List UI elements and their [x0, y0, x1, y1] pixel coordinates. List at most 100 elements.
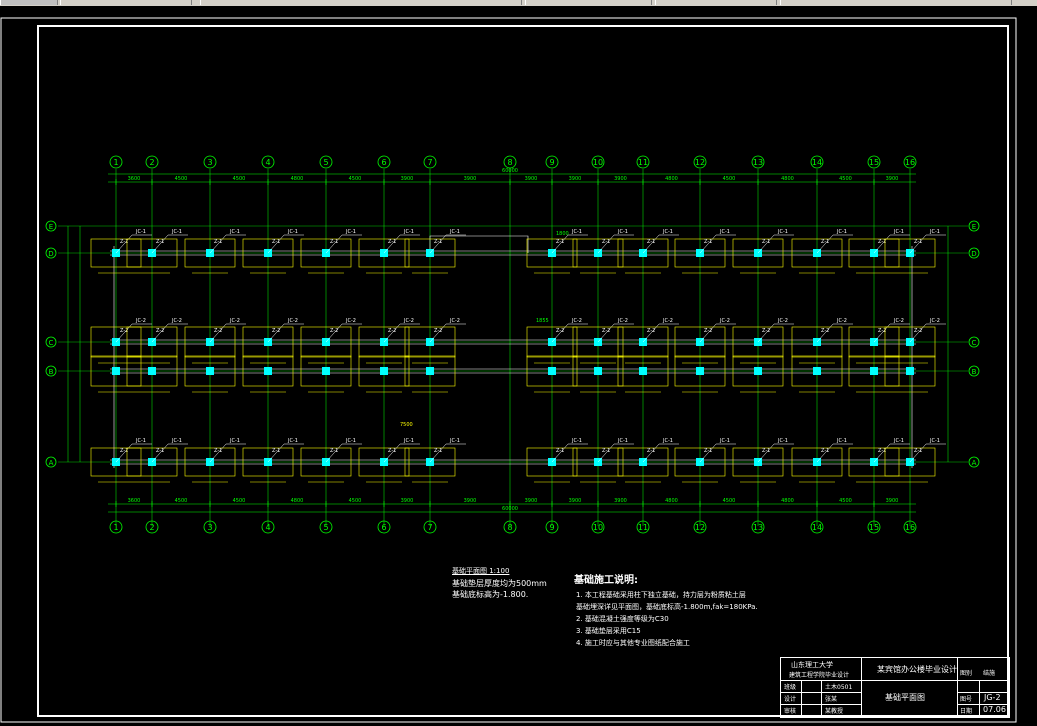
tb-no-label: 图号	[960, 696, 973, 703]
note-line: 3. 基础垫层采用C15	[576, 627, 641, 635]
row-axis-label-right: B	[972, 368, 977, 376]
column-tag: Z-1	[156, 239, 164, 245]
dimension-text: 3900	[569, 498, 582, 504]
window-tab[interactable]	[0, 0, 58, 5]
row-axis-label-right: E	[972, 223, 976, 231]
footing-tag: JC-2	[287, 318, 298, 324]
dimension-text: 4800	[781, 498, 794, 504]
column-tag: Z-2	[602, 328, 610, 334]
dimension-text: 3900	[525, 498, 538, 504]
column-tag: Z-2	[272, 328, 280, 334]
dimension-text: 4500	[839, 176, 852, 182]
column-axis-label-bottom: 9	[549, 523, 554, 532]
column-tag: Z-1	[704, 448, 712, 454]
footing-tag: JC-1	[719, 229, 730, 235]
footing-tag: JC-2	[345, 318, 356, 324]
note-line: 4. 施工时应与其他专业图纸配合施工	[576, 639, 690, 647]
column-tag: Z-1	[214, 448, 222, 454]
footing-tag: JC-2	[449, 318, 460, 324]
footing-tag: JC-1	[135, 438, 146, 444]
dimension-text: 4500	[233, 176, 246, 182]
column-tag: Z-1	[272, 448, 280, 454]
column-square	[594, 367, 602, 375]
column-axis-label-top: 14	[812, 158, 822, 167]
column-tag: Z-1	[647, 239, 655, 245]
dimension-text: 3600	[128, 176, 141, 182]
column-axis-label-bottom: 3	[207, 523, 212, 532]
tb-r1c2: 土木0501	[825, 684, 853, 691]
row-axis-label-right: C	[972, 339, 977, 347]
footing-tag: JC-1	[719, 438, 730, 444]
tb-sheet-label: 图别	[960, 670, 973, 677]
column-tag: Z-1	[434, 239, 442, 245]
tb-dept: 建筑工程学院毕业设计	[789, 672, 850, 679]
tb-no-value: JG-2	[984, 693, 1001, 702]
column-tag: Z-1	[272, 239, 280, 245]
footing-tag: JC-2	[617, 318, 628, 324]
dimension-text: 4500	[175, 498, 188, 504]
column-tag: Z-1	[762, 239, 770, 245]
window-tab[interactable]	[780, 0, 1012, 5]
tb-school: 山东理工大学	[791, 661, 833, 669]
tb-r3c2: 某教授	[825, 708, 844, 715]
row-axis-label-left: C	[49, 339, 54, 347]
footing-tag: JC-1	[836, 438, 847, 444]
column-axis-label-bottom: 16	[905, 523, 915, 532]
footing-tag: JC-1	[287, 229, 298, 235]
column-tag: Z-1	[556, 239, 564, 245]
dimension-text: 3900	[886, 498, 899, 504]
footing-tag: JC-1	[135, 229, 146, 235]
column-tag: Z-1	[156, 448, 164, 454]
footing-tag: JC-2	[662, 318, 673, 324]
footing-tag: JC-1	[171, 438, 182, 444]
footing-tag: JC-1	[229, 438, 240, 444]
tb-vline	[957, 658, 958, 717]
tb-vline	[821, 680, 822, 717]
footing-tag: JC-1	[893, 438, 904, 444]
plan-layer: 1122334455667788991010111112121313141415…	[45, 155, 980, 534]
column-tag: Z-1	[214, 239, 222, 245]
foundation-plan-drawing[interactable]: 1122334455667788991010111112121313141415…	[0, 6, 1037, 726]
footing-tag: JC-2	[571, 318, 582, 324]
column-axis-label-bottom: 14	[812, 523, 822, 532]
window-tab[interactable]	[655, 0, 777, 5]
column-tag: Z-1	[914, 239, 922, 245]
footing-tag: JC-1	[571, 438, 582, 444]
dimension-text: 4500	[349, 176, 362, 182]
window-tab[interactable]	[525, 0, 652, 5]
column-square	[426, 367, 434, 375]
column-tag: Z-1	[647, 448, 655, 454]
column-tag: Z-2	[330, 328, 338, 334]
footing-tag: JC-1	[171, 229, 182, 235]
column-tag: Z-1	[602, 448, 610, 454]
window-tab[interactable]	[200, 0, 522, 5]
tb-date-value: 07.06	[983, 705, 1006, 714]
column-tag: Z-1	[602, 239, 610, 245]
footing-tag: JC-2	[929, 318, 940, 324]
tb-hline	[781, 680, 1009, 681]
footing-tag: JC-1	[345, 229, 356, 235]
column-axis-label-bottom: 5	[323, 523, 328, 532]
column-axis-label-top: 9	[549, 158, 554, 167]
tb-drawing-name: 基础平面图	[885, 693, 925, 702]
column-tag: Z-1	[704, 239, 712, 245]
row-axis-label-right: A	[972, 459, 977, 467]
footing-tag: JC-2	[777, 318, 788, 324]
column-tag: Z-1	[330, 448, 338, 454]
column-tag: Z-2	[556, 328, 564, 334]
tb-r3c1: 审核	[784, 708, 797, 715]
tb-date-label: 日期	[960, 708, 973, 715]
column-square	[380, 367, 388, 375]
column-axis-label-bottom: 8	[507, 523, 512, 532]
column-tag: Z-2	[156, 328, 164, 334]
footing-tag: JC-2	[171, 318, 182, 324]
dimension-text: 4500	[723, 498, 736, 504]
column-square	[322, 367, 330, 375]
dimension-text: 4800	[665, 176, 678, 182]
footing-tag: JC-2	[135, 318, 146, 324]
tb-vline	[861, 658, 862, 717]
dimension-text: 1800	[556, 231, 569, 237]
column-axis-label-top: 1	[113, 158, 118, 167]
column-axis-label-top: 13	[753, 158, 763, 167]
window-tab[interactable]	[60, 0, 192, 5]
